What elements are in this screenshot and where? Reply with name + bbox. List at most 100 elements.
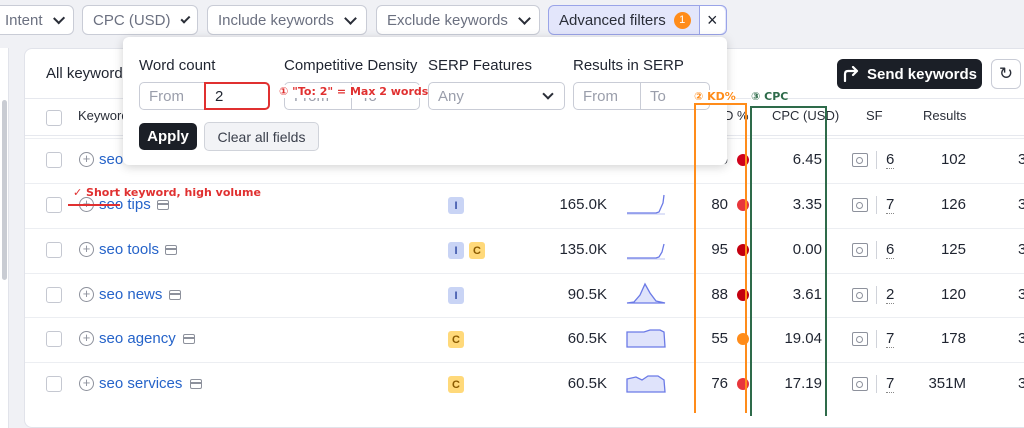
serp-snapshot-icon[interactable] [190,379,202,389]
truncated-column-value: 3 [1018,196,1024,213]
serp-features-icon[interactable] [852,243,868,257]
row-checkbox[interactable] [46,376,62,392]
competitive-density-label: Competitive Density [284,57,418,74]
intent-filter-label: Intent [5,11,43,29]
add-keyword-icon[interactable]: + [79,242,94,257]
keyword-link[interactable]: seo agency [99,330,176,347]
send-keywords-button[interactable]: Send keywords [837,59,982,89]
close-icon[interactable]: × [698,6,725,34]
annotation-short-keyword: ✓ Short keyword, high volume [73,186,261,199]
truncated-column-value: 3 [1018,241,1024,258]
row-checkbox[interactable] [46,152,62,168]
trend-chart-seo-services [626,375,666,393]
sf-count[interactable]: 7 [886,197,895,214]
sf-count[interactable]: 7 [886,376,895,393]
results-value: 126 [940,196,966,213]
results-value: 120 [940,286,966,303]
sf-count[interactable]: 2 [886,287,895,304]
trend-chart-seo-agency [626,329,666,348]
intent-badge: I [448,287,464,304]
serp-features-value: Any [438,87,464,105]
intent-badge: I [448,197,464,214]
row-divider [25,317,1024,318]
row-divider [25,183,1024,184]
trend-chart-seo-tools [627,243,665,260]
row-divider [25,362,1024,363]
include-keywords-filter[interactable]: Include keywords [207,5,367,35]
include-keywords-label: Include keywords [218,11,334,29]
cpc-filter-label: CPC (USD) [93,11,171,29]
chevron-down-icon [518,11,531,25]
serp-features-icon[interactable] [852,288,868,302]
sf-count[interactable]: 6 [886,152,895,169]
intent-badge: C [448,331,464,348]
column-keyword[interactable]: Keyword [78,108,129,123]
serp-snapshot-icon[interactable] [183,334,195,344]
word-count-from-input[interactable]: From [139,82,205,110]
page-title: All keyword [46,65,123,82]
row-checkbox[interactable] [46,197,62,213]
refresh-icon: ↻ [998,64,1014,83]
word-count-to-input[interactable]: 2 [204,82,270,110]
chevron-down-icon [542,88,554,100]
truncated-column-value: 3 [1018,286,1024,303]
annotation-kd: ② KD% [694,90,736,103]
volume-value: 165.0K [559,196,607,213]
row-divider [25,273,1024,274]
serp-features-select[interactable]: Any [428,82,565,110]
add-keyword-icon[interactable]: + [79,376,94,391]
serp-snapshot-icon[interactable] [157,200,169,210]
row-checkbox[interactable] [46,242,62,258]
scrollbar[interactable] [2,100,7,280]
cpc-filter[interactable]: CPC (USD) [82,5,198,35]
column-sf[interactable]: SF [866,108,883,123]
apply-button[interactable]: Apply [139,123,197,150]
intent-badge: C [469,242,485,259]
sf-separator [876,286,877,304]
chevron-down-icon [179,13,190,23]
add-keyword-icon[interactable]: + [79,152,94,167]
annotation-cpc: ③ CPC [751,90,789,103]
results-in-serp-label: Results in SERP [573,57,684,74]
keyword-link[interactable]: seo news [99,286,162,303]
volume-value: 90.5K [567,286,607,303]
exclude-keywords-filter[interactable]: Exclude keywords [376,5,540,35]
clear-all-button[interactable]: Clear all fields [204,122,319,151]
select-all-checkbox[interactable] [46,110,62,126]
truncated-column-value: 3 [1018,375,1024,392]
results-value: 102 [940,151,966,168]
serp-snapshot-icon[interactable] [165,245,177,255]
keyword-link[interactable]: seo tools [99,241,159,258]
row-checkbox[interactable] [46,331,62,347]
truncated-column-value: 3 [1018,330,1024,347]
results-value: 351M [928,375,966,392]
add-keyword-icon[interactable]: + [79,287,94,302]
refresh-button[interactable]: ↻ [991,59,1021,89]
volume-value: 60.5K [567,375,607,392]
keyword-link[interactable]: seo services [99,375,182,392]
serp-features-icon[interactable] [852,332,868,346]
serp-features-icon[interactable] [852,153,868,167]
sf-separator [876,375,877,393]
intent-badge: I [448,242,464,259]
intent-filter[interactable]: Intent [0,5,74,35]
row-divider [25,228,1024,229]
column-results[interactable]: Results [923,108,966,123]
results-from-input[interactable]: From [573,82,641,110]
keyword-link[interactable]: seo [99,151,123,168]
volume-value: 135.0K [559,241,607,258]
sf-separator [876,151,877,169]
serp-snapshot-icon[interactable] [169,290,181,300]
trend-chart-seo-tips [627,194,665,215]
serp-features-icon[interactable] [852,198,868,212]
advanced-filters-button[interactable]: Advanced filters 1 × [548,5,727,35]
sf-count[interactable]: 7 [886,331,895,348]
kd-highlight-box [694,103,747,413]
add-keyword-icon[interactable]: + [79,331,94,346]
row-checkbox[interactable] [46,287,62,303]
filter-count-badge: 1 [673,11,691,29]
send-keywords-label: Send keywords [866,65,978,83]
sf-count[interactable]: 6 [886,242,895,259]
serp-features-icon[interactable] [852,377,868,391]
exclude-keywords-label: Exclude keywords [387,11,508,29]
